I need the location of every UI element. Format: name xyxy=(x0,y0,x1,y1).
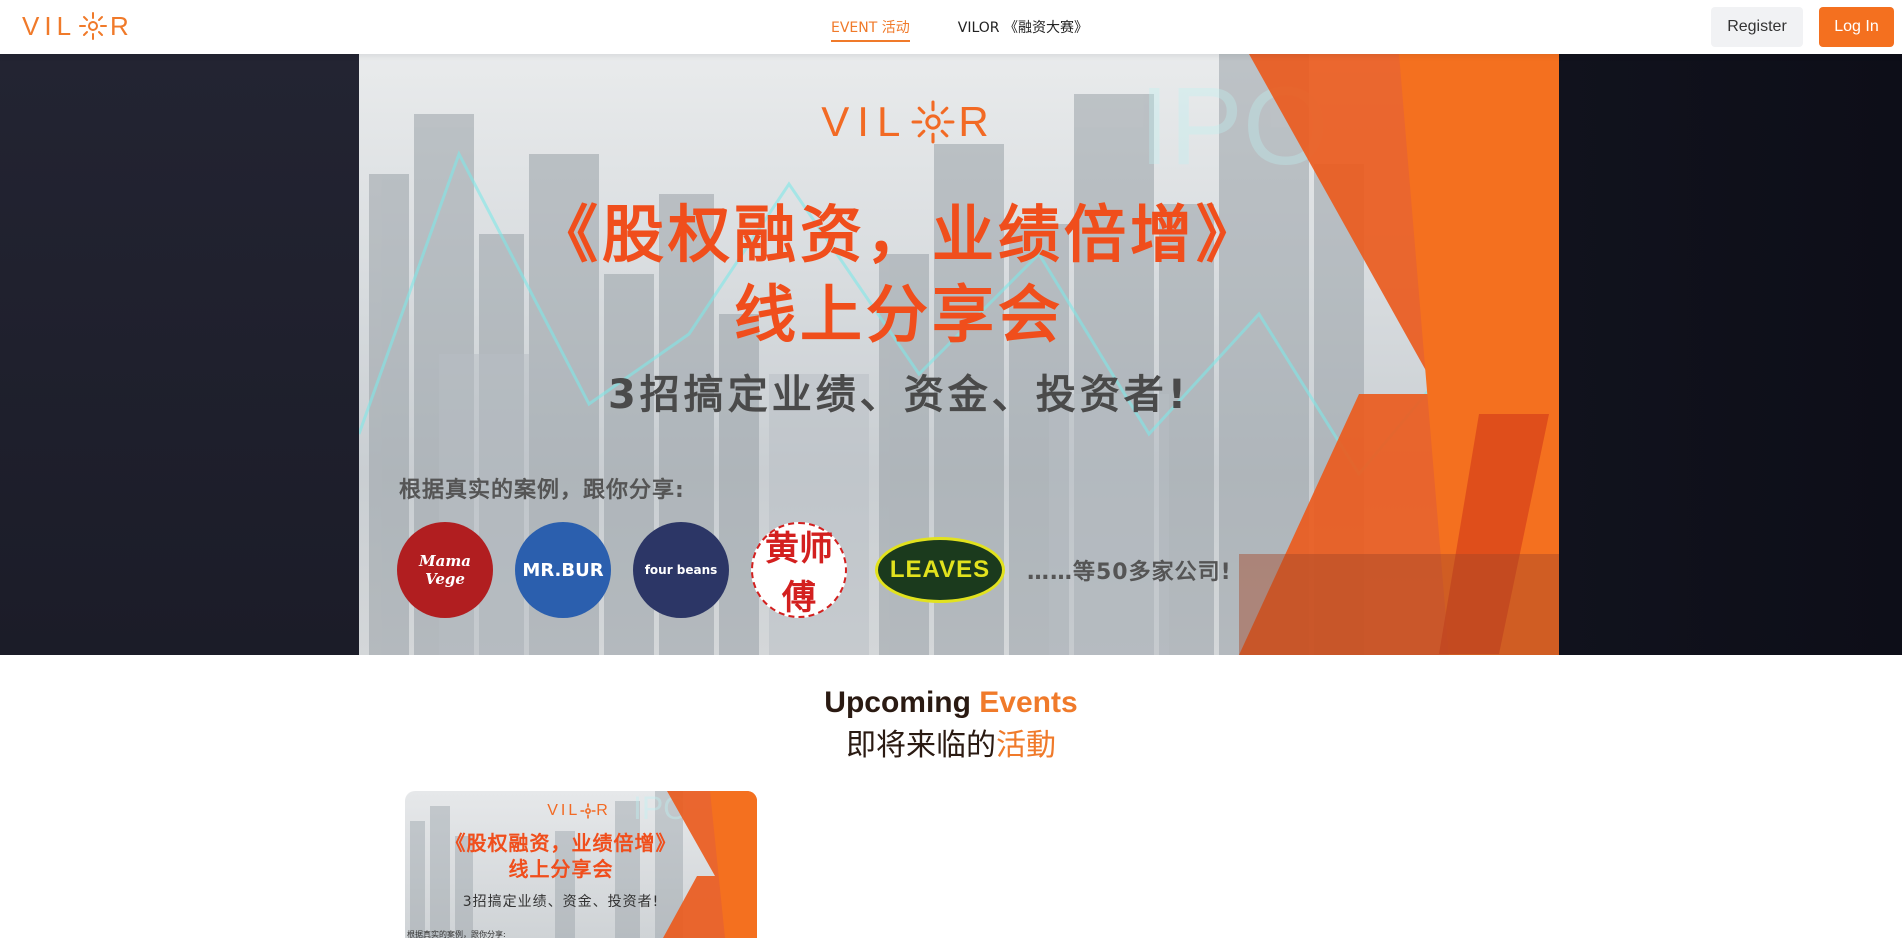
banner-title-line1: 《股权融资，业绩倍增》 xyxy=(535,198,1262,271)
event-card-title-line1: 《股权融资，业绩倍增》 xyxy=(445,831,677,855)
brand-logo-mr-bur: MR.BUR xyxy=(515,522,611,618)
brand-logo-leaves: LEAVES xyxy=(875,537,1005,603)
brand-logo-mama-vege: Mama Vege xyxy=(397,522,493,618)
banner-title-line2: 线上分享会 xyxy=(733,278,1064,351)
top-navbar: VIL R EVENT 活动 VILOR 《融资大赛》 Register Log… xyxy=(0,0,1902,54)
login-button[interactable]: Log In xyxy=(1819,7,1894,47)
brand-logo-huang-shifu: 黄师傅 xyxy=(751,522,847,618)
hero-left-backdrop xyxy=(0,54,359,655)
sun-icon xyxy=(911,100,955,144)
event-card-title-line2: 线上分享会 xyxy=(508,857,614,881)
hero-section: IPO VIL R 《股权融资，业绩倍增》 线上分享会 3招搞定业绩、资金、投资… xyxy=(0,54,1902,655)
event-card-logo: VIL R xyxy=(547,802,611,819)
banner-subtitle: 3招搞定业绩、资金、投资者! xyxy=(607,372,1191,418)
logo-text-right: R xyxy=(110,10,134,41)
register-button[interactable]: Register xyxy=(1711,7,1803,47)
section-title-zh: 即将来临的活動 xyxy=(846,728,1056,763)
event-card-note: 根据真实的案例，跟你分享: xyxy=(407,930,506,938)
nav-item-vilor-competition[interactable]: VILOR 《融资大赛》 xyxy=(958,17,1088,42)
hero-banner[interactable]: IPO VIL R 《股权融资，业绩倍增》 线上分享会 3招搞定业绩、资金、投资… xyxy=(359,54,1559,655)
vilor-logo[interactable]: VIL R xyxy=(22,6,134,46)
sun-icon xyxy=(79,12,108,40)
brand-logos-row: Mama Vege MR.BUR four beans 黄师傅 LEAVES …… xyxy=(397,522,1232,618)
main-nav: EVENT 活动 VILOR 《融资大赛》 xyxy=(831,17,1088,42)
brand-logo-four-beans: four beans xyxy=(633,522,729,618)
event-card[interactable]: IPO VIL R 《股权融资，业绩倍增》 线上分享会 3招搞定业绩、资金、投资… xyxy=(405,791,757,938)
banner-note: 根据真实的案例，跟你分享: xyxy=(399,478,685,503)
sun-icon xyxy=(580,803,596,819)
brands-more-text: ……等50多家公司! xyxy=(1027,560,1232,585)
section-title-en: Upcoming Events xyxy=(824,686,1078,719)
nav-item-event[interactable]: EVENT 活动 xyxy=(831,17,910,42)
banner-logo: VIL R xyxy=(821,98,997,145)
event-card-subtitle: 3招搞定业绩、资金、投资者! xyxy=(462,894,660,910)
logo-text-left: VIL xyxy=(22,10,77,41)
